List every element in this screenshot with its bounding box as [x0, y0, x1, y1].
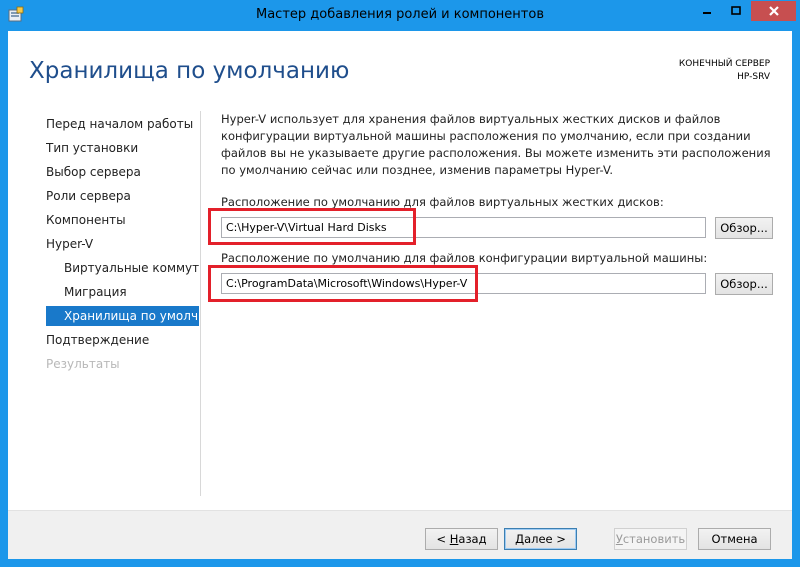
wizard-client-area: Хранилища по умолчанию КОНЕЧНЫЙ СЕРВЕР H… — [8, 31, 792, 559]
description-text: Hyper-V использует для хранения файлов в… — [221, 112, 771, 177]
nav-item-features[interactable]: Компоненты — [46, 210, 199, 230]
install-label-rest: становить — [622, 532, 686, 546]
vhd-location-label: Расположение по умолчанию для файлов вир… — [221, 195, 664, 209]
destination-server-name: HP-SRV — [737, 72, 770, 82]
nav-item-confirmation[interactable]: Подтверждение — [46, 330, 199, 350]
wizard-window: Мастер добавления ролей и компонентов Хр… — [0, 0, 800, 567]
back-button[interactable]: < Назад — [425, 528, 498, 550]
nav-item-before-you-begin[interactable]: Перед началом работы — [46, 114, 199, 134]
install-accelerator: У — [615, 532, 623, 546]
destination-server: КОНЕЧНЫЙ СЕРВЕР HP-SRV — [679, 58, 770, 84]
install-button: Установить — [614, 528, 687, 550]
nav-item-server-roles[interactable]: Роли сервера — [46, 186, 199, 206]
nav-item-default-stores[interactable]: Хранилища по умолч... — [46, 306, 199, 326]
browse-vm-config-button[interactable]: Обзор... — [715, 273, 773, 295]
maximize-icon — [730, 6, 741, 15]
close-icon — [768, 6, 779, 16]
annotation-highlight-vhd — [208, 208, 416, 245]
annotation-highlight-config — [208, 265, 478, 302]
page-title: Хранилища по умолчанию — [29, 58, 350, 84]
nav-item-installation-type[interactable]: Тип установки — [46, 138, 199, 158]
cancel-button[interactable]: Отмена — [698, 528, 771, 550]
minimize-icon — [702, 12, 711, 14]
maximize-button[interactable] — [722, 1, 749, 21]
nav-item-hyper-v[interactable]: Hyper-V — [46, 234, 199, 254]
title-bar[interactable]: Мастер добавления ролей и компонентов — [0, 0, 800, 32]
minimize-button[interactable] — [693, 1, 720, 21]
nav-item-results: Результаты — [46, 357, 120, 371]
nav-item-virtual-switches[interactable]: Виртуальные коммут... — [46, 258, 199, 278]
nav-item-server-selection[interactable]: Выбор сервера — [46, 162, 199, 182]
vm-config-location-label: Расположение по умолчанию для файлов кон… — [221, 251, 708, 265]
browse-vhd-button[interactable]: Обзор... — [715, 217, 773, 239]
window-title: Мастер добавления ролей и компонентов — [255, 7, 544, 22]
destination-server-label: КОНЕЧНЫЙ СЕРВЕР — [678, 59, 770, 69]
nav-item-migration[interactable]: Миграция — [46, 282, 199, 302]
next-button[interactable]: Далее > — [504, 528, 577, 550]
close-button[interactable] — [751, 1, 796, 21]
back-label-rest: азад — [458, 532, 487, 546]
nav-divider — [200, 111, 201, 496]
